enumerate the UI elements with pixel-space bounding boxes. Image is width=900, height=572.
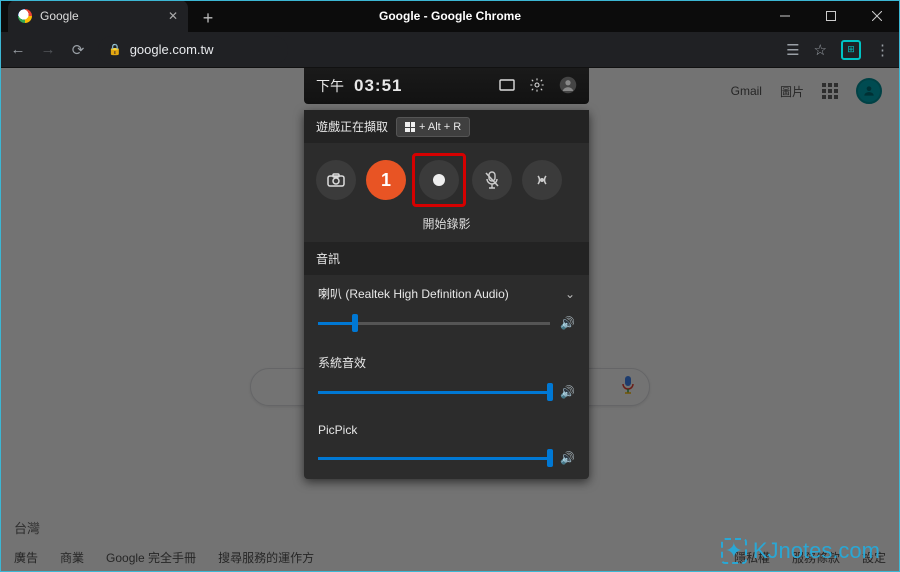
clock-meridiem: 下午 — [316, 76, 344, 96]
app-audio-row: PicPick — [304, 413, 589, 441]
annotation-step-badge: 1 — [366, 160, 406, 200]
capture-panel: 遊戲正在擷取 + Alt + R 1 開始錄影 音訊 喇叭 (Realtek H… — [304, 110, 589, 479]
reload-button[interactable]: ⟳ — [68, 41, 88, 59]
window-title: Google - Google Chrome — [379, 9, 521, 23]
reader-mode-icon[interactable]: ☰ — [786, 41, 799, 59]
speaker-volume-slider[interactable] — [318, 322, 550, 325]
system-sounds-label: 系統音效 — [318, 356, 366, 370]
app-audio-volume-row: 🔊 — [304, 441, 589, 479]
lock-icon: 🔒 — [108, 43, 122, 56]
profile-icon[interactable] — [559, 76, 577, 97]
url-text: google.com.tw — [130, 42, 214, 57]
app-audio-label: PicPick — [318, 423, 357, 437]
browser-tab-google[interactable]: Google ✕ — [8, 0, 188, 32]
mic-toggle-button[interactable] — [472, 160, 512, 200]
audio-device-row: 喇叭 (Realtek High Definition Audio) ⌄ — [304, 275, 589, 306]
forward-button[interactable]: → — [38, 41, 58, 58]
record-button-highlight — [412, 153, 466, 207]
volume-icon[interactable]: 🔊 — [560, 316, 575, 330]
volume-icon[interactable]: 🔊 — [560, 385, 575, 399]
chevron-down-icon[interactable]: ⌄ — [565, 287, 575, 301]
broadcast-button[interactable] — [522, 160, 562, 200]
app-audio-slider[interactable] — [318, 457, 550, 460]
clock-time: 03:51 — [354, 76, 402, 96]
speaker-device-label: 喇叭 (Realtek High Definition Audio) — [318, 285, 509, 302]
capture-buttons-row: + Alt + R 1 — [304, 143, 589, 211]
system-sounds-row: 系統音效 — [304, 344, 589, 375]
close-tab-icon[interactable]: ✕ — [168, 9, 178, 23]
xbox-gamebar-overlay: 下午 03:51 遊戲正在擷取 + Alt + R 1 — [304, 68, 589, 479]
bookmark-star-icon[interactable]: ☆ — [814, 41, 827, 59]
start-recording-button[interactable] — [419, 160, 459, 200]
minimize-button[interactable] — [762, 0, 808, 32]
shortcut-tooltip: + Alt + R — [396, 117, 470, 137]
volume-icon[interactable]: 🔊 — [560, 451, 575, 465]
watermark-logo-icon: ✦ — [721, 538, 747, 564]
address-bar[interactable]: 🔒 google.com.tw — [98, 36, 288, 64]
record-dot-icon — [433, 174, 445, 186]
system-sounds-volume-row: 🔊 — [304, 375, 589, 413]
browser-tabstrip: Google ✕ + — [0, 0, 222, 32]
maximize-button[interactable] — [808, 0, 854, 32]
window-controls — [762, 0, 900, 32]
page-content-area: Gmail 圖片 台灣 廣告 商業 Google 完全手冊 搜尋服務的運作方 隱… — [0, 68, 900, 572]
system-sounds-slider[interactable] — [318, 391, 550, 394]
windows-key-icon — [405, 122, 415, 132]
gamebar-top-bar: 下午 03:51 — [304, 68, 589, 104]
start-record-caption: 開始錄影 — [304, 211, 589, 242]
window-titlebar: Google ✕ + Google - Google Chrome — [0, 0, 900, 32]
extension-icon[interactable]: ⊞ — [841, 40, 861, 60]
back-button[interactable]: ← — [8, 41, 28, 58]
tab-title: Google — [40, 9, 160, 23]
browser-menu-icon[interactable]: ⋮ — [875, 41, 890, 59]
screenshot-button[interactable] — [316, 160, 356, 200]
gear-icon[interactable] — [529, 77, 545, 96]
watermark: ✦ KJnotes.com — [721, 538, 880, 564]
speaker-volume-row: 🔊 — [304, 306, 589, 344]
audio-section-title: 音訊 — [304, 242, 589, 275]
shortcut-text: + Alt + R — [419, 121, 461, 133]
close-window-button[interactable] — [854, 0, 900, 32]
browser-toolbar: ← → ⟳ 🔒 google.com.tw ☰ ☆ ⊞ ⋮ — [0, 32, 900, 68]
widgets-icon[interactable] — [499, 78, 515, 95]
new-tab-button[interactable]: + — [194, 4, 222, 32]
google-favicon — [18, 9, 32, 23]
watermark-text: KJnotes.com — [753, 538, 880, 564]
